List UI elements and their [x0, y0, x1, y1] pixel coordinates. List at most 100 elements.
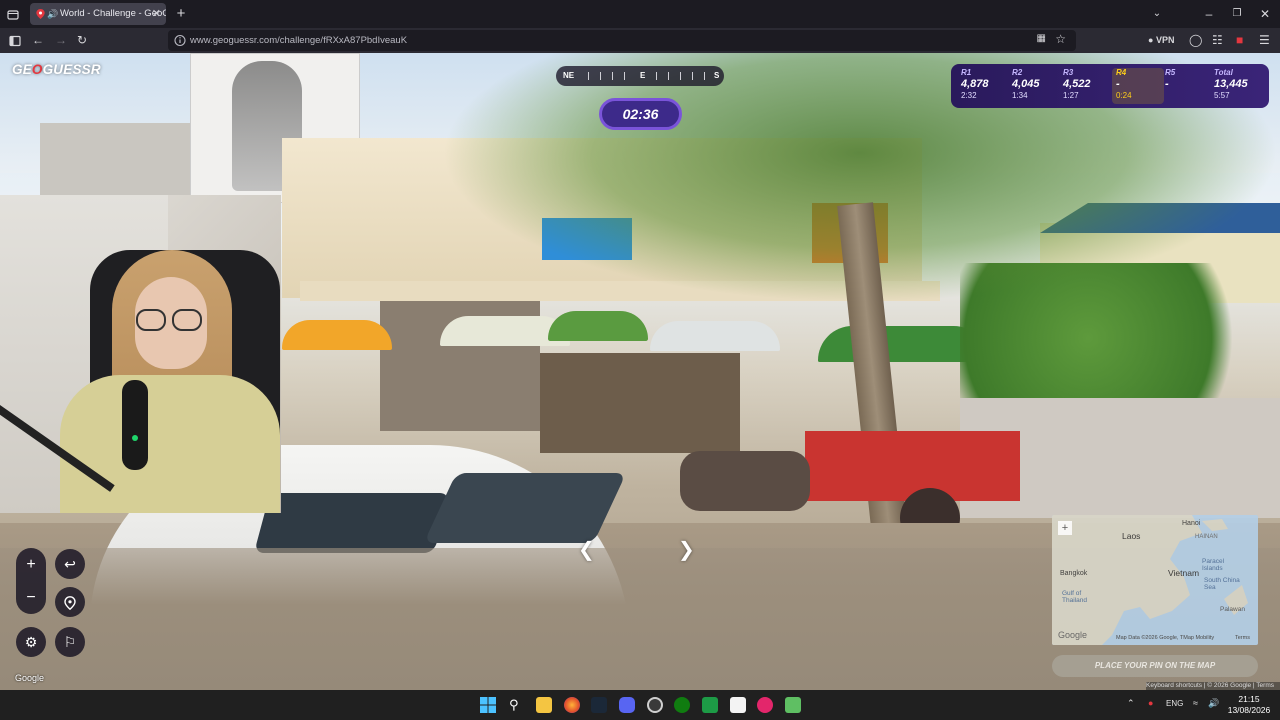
discord-icon[interactable]: [619, 697, 635, 713]
total-label: Total: [1214, 68, 1233, 77]
round-4-score: R4 - 0:24: [1112, 68, 1164, 104]
system-clock[interactable]: 21:15 13/08/2026: [1224, 694, 1274, 716]
sidebar-icon[interactable]: [9, 28, 21, 53]
account-icon[interactable]: ◯: [1189, 28, 1202, 53]
address-bar[interactable]: www.geoguessr.com/challenge/fRXxA87PbdIv…: [168, 30, 1076, 51]
site-info-icon[interactable]: [174, 34, 186, 47]
zoom-out-button[interactable]: −: [16, 581, 46, 614]
minimap-google-logo: Google: [1058, 630, 1088, 640]
browser-tab-geoguessr[interactable]: 🔊 World - Challenge - GeoGu ✕: [30, 3, 166, 25]
obs-icon[interactable]: [647, 697, 663, 713]
map-label-gulf: Gulf of Thailand: [1062, 590, 1087, 604]
motorbike: [680, 451, 810, 511]
map-label-laos: Laos: [1122, 531, 1141, 541]
round-time: 1:34: [1012, 91, 1028, 100]
report-button[interactable]: ⚐: [55, 627, 85, 657]
volume-icon[interactable]: 🔊: [1208, 698, 1219, 709]
location-pin-icon: [64, 596, 76, 611]
close-tab-icon[interactable]: ✕: [152, 3, 161, 25]
tab-title: World - Challenge - GeoGu: [60, 8, 166, 19]
place-pin-button[interactable]: PLACE YOUR PIN ON THE MAP: [1052, 655, 1258, 677]
map-label-paracel: Paracel Islands: [1202, 558, 1225, 572]
round-label: R1: [961, 68, 972, 77]
reload-icon[interactable]: ↻: [77, 28, 87, 53]
round-points: -: [1116, 78, 1120, 90]
extension-badge-icon[interactable]: ■: [1236, 28, 1243, 53]
round-1-score: R1 4,878 2:32: [961, 68, 1013, 104]
move-right-arrow[interactable]: ❯: [678, 537, 695, 562]
undo-move-button[interactable]: ↩: [55, 549, 85, 579]
round-time: 2:32: [961, 91, 977, 100]
tab-list-icon[interactable]: [4, 0, 22, 28]
map-label-south-china-sea: South China Sea: [1204, 577, 1240, 591]
flag-icon: ⚐: [63, 634, 77, 650]
round-5-score: R5 -: [1165, 68, 1217, 104]
vpn-button[interactable]: ● VPN: [1148, 28, 1174, 53]
round-points: -: [1165, 78, 1169, 90]
bookmark-star-icon[interactable]: ☆: [1055, 32, 1066, 46]
language-indicator[interactable]: ENG: [1166, 699, 1183, 708]
new-tab-icon[interactable]: +: [172, 0, 190, 28]
xbox-icon[interactable]: [674, 697, 690, 713]
round-points: 4,045: [1012, 78, 1040, 90]
car-window: [253, 493, 451, 553]
file-explorer-icon[interactable]: [536, 697, 552, 713]
forward-icon[interactable]: →: [55, 28, 67, 53]
media-player-icon[interactable]: [757, 697, 773, 713]
compass-s: S: [714, 71, 720, 80]
compass-ne: NE: [563, 71, 575, 80]
microphone-icon[interactable]: ●: [1148, 698, 1153, 708]
start-menu-icon[interactable]: [480, 697, 496, 713]
minimap-map-data: Map Data ©2026 Google, TMap Mobility: [1116, 635, 1215, 641]
speaker-icon[interactable]: 🔊: [47, 3, 58, 25]
url-text: www.geoguessr.com/challenge/fRXxA87PbdIv…: [190, 35, 408, 46]
wifi-icon[interactable]: ≈: [1193, 698, 1198, 708]
translate-icon[interactable]: ▦: [1037, 33, 1046, 44]
move-left-arrow[interactable]: ❮: [578, 537, 595, 562]
minimap-terms-link[interactable]: Terms: [1235, 635, 1250, 641]
map-label-bangkok: Bangkok: [1060, 570, 1088, 577]
round-label: R5: [1165, 68, 1176, 77]
compass-e: E: [640, 71, 646, 80]
steam-icon[interactable]: [591, 697, 607, 713]
glasses-left: [136, 309, 166, 331]
return-to-start-button[interactable]: [55, 587, 85, 617]
map-label-hainan: HAINAN: [1195, 534, 1218, 540]
notepad-icon[interactable]: [730, 697, 746, 713]
geoguessr-logo[interactable]: GEOGUESSR: [12, 62, 101, 77]
round-label: R3: [1063, 68, 1074, 77]
clock-time: 21:15: [1238, 694, 1260, 704]
car-windscreen: [423, 473, 627, 543]
logo-prefix: GE: [12, 62, 32, 77]
extensions-icon[interactable]: ☷: [1212, 28, 1223, 53]
menu-icon[interactable]: ☰: [1259, 28, 1270, 53]
guess-minimap[interactable]: + Hanoi HAINAN Laos Vietnam Bangkok Para…: [1052, 515, 1258, 645]
round-time: 1:27: [1063, 91, 1079, 100]
map-label-vietnam: Vietnam: [1168, 568, 1200, 578]
firefox-icon[interactable]: [564, 697, 580, 713]
chat-app-icon[interactable]: [785, 697, 801, 713]
minimap-zoom-in-button[interactable]: +: [1058, 521, 1072, 535]
excel-icon[interactable]: [702, 697, 718, 713]
scoreboard: R1 4,878 2:32 R2 4,045 1:34 R3 4,522 1:2…: [951, 64, 1269, 108]
map-label-palawan: Palawan: [1220, 606, 1245, 613]
logo-o: O: [31, 62, 43, 77]
map-label-hanoi: Hanoi: [1182, 520, 1201, 527]
zoom-in-button[interactable]: +: [16, 548, 46, 581]
minimize-icon[interactable]: –: [1200, 0, 1218, 28]
chevron-down-icon[interactable]: ⌄: [1148, 0, 1166, 28]
webcam-overlay: [0, 195, 281, 513]
close-window-icon[interactable]: ✕: [1256, 0, 1274, 28]
building-left: [40, 123, 200, 203]
browser-tab-bar: 🔊 World - Challenge - GeoGu ✕ + ⌄ – ❐ ✕: [0, 0, 1280, 28]
shop-interior: [540, 353, 740, 453]
back-icon[interactable]: ←: [32, 28, 44, 53]
google-watermark: Google: [15, 673, 45, 683]
search-icon[interactable]: ⚲: [509, 697, 525, 713]
vpn-label: VPN: [1155, 35, 1175, 45]
settings-button[interactable]: ⚙: [16, 627, 46, 657]
gear-icon: ⚙: [24, 634, 38, 650]
restore-icon[interactable]: ❐: [1228, 0, 1246, 28]
umbrella-grey: [650, 321, 780, 351]
tray-chevron-icon[interactable]: ⌃: [1127, 698, 1135, 709]
